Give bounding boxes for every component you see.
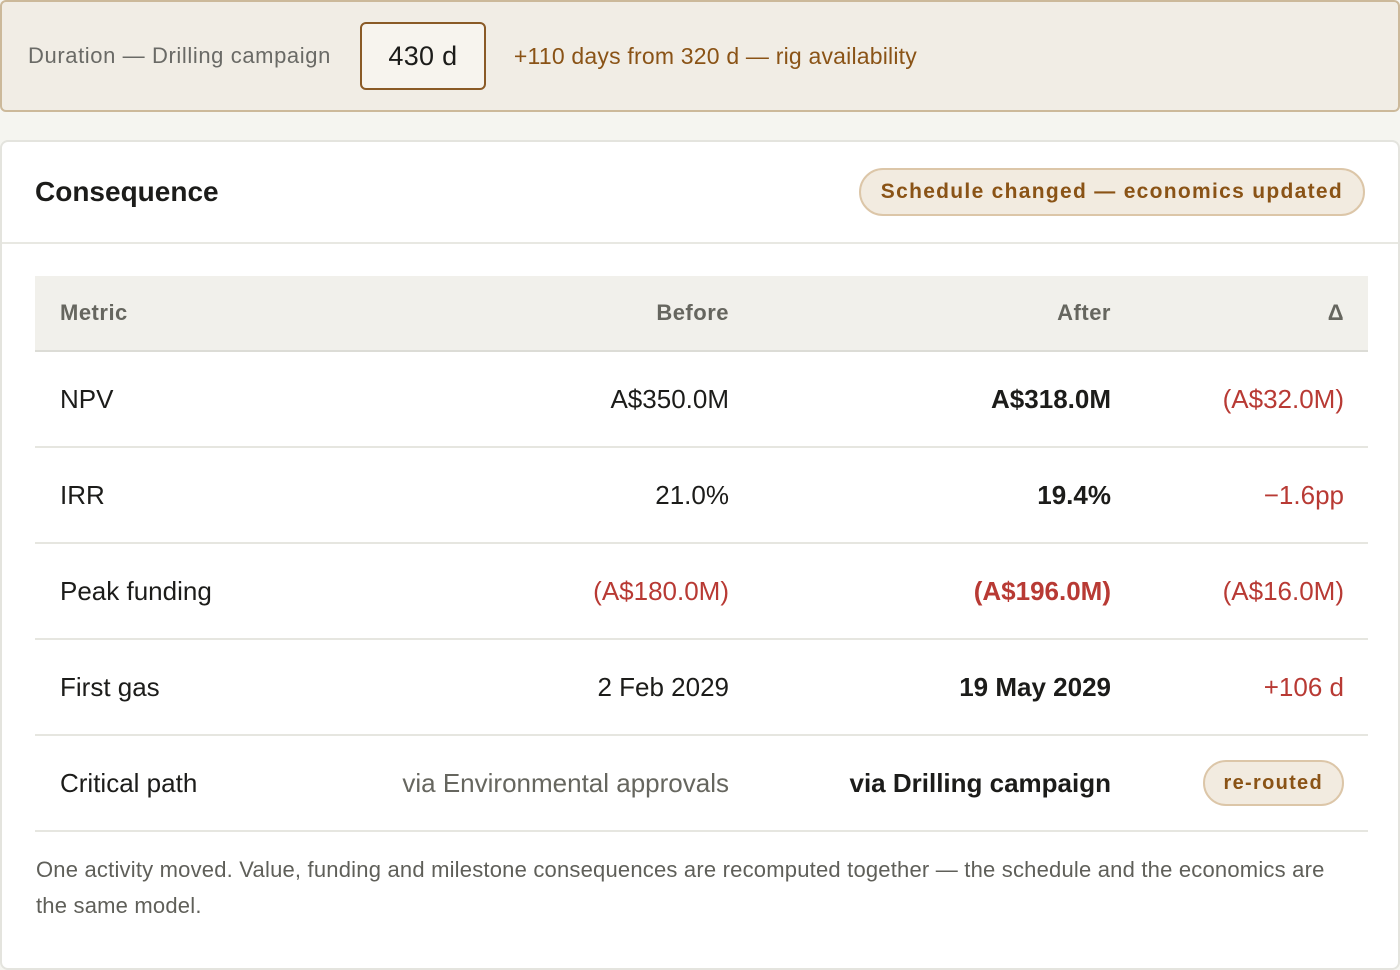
before-value: (A$180.0M) bbox=[593, 575, 729, 606]
metric-name: NPV bbox=[60, 383, 114, 414]
table-row-critical-path: Critical path via Environmental approval… bbox=[35, 736, 1368, 832]
after-value: 19 May 2029 bbox=[959, 671, 1111, 702]
metric-name: Peak funding bbox=[60, 575, 212, 606]
table-row-irr: IRR 21.0% 19.4% −1.6pp bbox=[35, 448, 1368, 544]
metric-name: Critical path bbox=[60, 767, 198, 798]
metric-name: First gas bbox=[60, 671, 160, 702]
footnote: One activity moved. Value, funding and m… bbox=[36, 857, 1325, 918]
after-value: 19.4% bbox=[1037, 479, 1111, 510]
delta-value: −1.6pp bbox=[1263, 479, 1344, 510]
metric-name: IRR bbox=[60, 479, 105, 510]
before-value: 21.0% bbox=[655, 479, 729, 510]
status-badge: Schedule changed — economics updated bbox=[858, 168, 1365, 216]
column-header-before: Before bbox=[656, 300, 729, 325]
consequence-card: Consequence Schedule changed — economics… bbox=[0, 140, 1400, 970]
table-row-peak-funding: Peak funding (A$180.0M) (A$196.0M) (A$16… bbox=[35, 544, 1368, 640]
after-value: A$318.0M bbox=[991, 383, 1111, 414]
card-title: Consequence bbox=[35, 176, 219, 207]
table-row-npv: NPV A$350.0M A$318.0M (A$32.0M) bbox=[35, 352, 1368, 448]
duration-bar: Duration — Drilling campaign 430 d +110 … bbox=[0, 0, 1400, 112]
duration-input[interactable]: 430 d bbox=[359, 22, 486, 90]
column-header-metric: Metric bbox=[60, 300, 128, 325]
after-value: via Drilling campaign bbox=[849, 767, 1111, 798]
delta-value: +106 d bbox=[1263, 671, 1344, 702]
delta-cell: re-routed bbox=[1111, 760, 1344, 806]
before-value: 2 Feb 2029 bbox=[597, 671, 729, 702]
after-value: (A$196.0M) bbox=[973, 575, 1111, 606]
duration-delta-note: +110 days from 320 d — rig availability bbox=[513, 42, 917, 69]
delta-value: (A$16.0M) bbox=[1222, 575, 1344, 606]
column-header-after: After bbox=[1057, 300, 1111, 325]
table-header: Metric Before After Δ bbox=[35, 276, 1368, 352]
table-row-first-gas: First gas 2 Feb 2029 19 May 2029 +106 d bbox=[35, 640, 1368, 736]
before-value: via Environmental approvals bbox=[402, 767, 729, 798]
consequence-table: Metric Before After Δ NPV A$350.0M A$318… bbox=[35, 276, 1368, 832]
delta-value: (A$32.0M) bbox=[1222, 383, 1344, 414]
rerouted-badge: re-routed bbox=[1202, 760, 1344, 806]
before-value: A$350.0M bbox=[610, 383, 729, 414]
card-header: Consequence Schedule changed — economics… bbox=[2, 142, 1398, 244]
duration-label: Duration — Drilling campaign bbox=[28, 43, 331, 68]
column-header-delta: Δ bbox=[1327, 300, 1344, 325]
